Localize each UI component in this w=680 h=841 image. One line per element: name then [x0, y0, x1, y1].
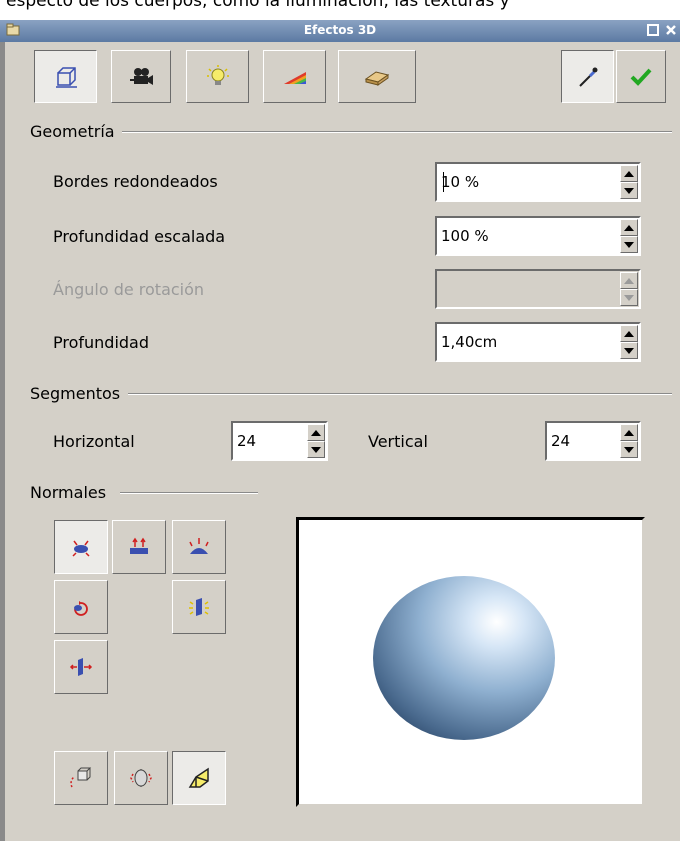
normals-object-specific-button[interactable]	[54, 520, 108, 574]
tab-geometry[interactable]	[34, 50, 97, 103]
tab-illumination[interactable]	[186, 50, 249, 103]
vertical-segments-spinner[interactable]	[620, 424, 638, 458]
rotation-angle-spinner	[620, 272, 638, 306]
eyedropper-icon	[578, 67, 597, 87]
double-sided-illumination-button[interactable]	[172, 580, 226, 634]
document-text-above: especto de los cuerpos, como la iluminac…	[0, 0, 680, 20]
spin-up-button	[620, 272, 638, 289]
spin-up-button[interactable]	[307, 424, 325, 441]
depth-spinner[interactable]	[620, 325, 638, 359]
segments-divider	[128, 393, 672, 395]
flat-normals-icon	[130, 537, 148, 554]
sphere-preview	[373, 576, 555, 740]
close-icon[interactable]	[664, 23, 678, 37]
geometry-divider	[122, 131, 672, 133]
text-cursor	[443, 172, 444, 192]
spin-up-button[interactable]	[620, 165, 638, 182]
normals-spherical-button[interactable]	[172, 520, 226, 574]
rounded-edges-field[interactable]: 10 %	[435, 162, 641, 202]
tab-material[interactable]	[338, 50, 416, 103]
horizontal-label: Horizontal	[53, 432, 135, 451]
window-title: Efectos 3D	[303, 23, 377, 37]
vertical-segments-field[interactable]: 24	[545, 421, 641, 461]
convert-3d-icon	[70, 767, 92, 788]
spherical-normals-icon	[189, 538, 209, 554]
spin-up-button[interactable]	[620, 219, 638, 236]
depth-field[interactable]: 1,40cm	[435, 322, 641, 362]
double-sided-illumination-icon	[189, 598, 209, 616]
sphere-shape	[373, 576, 555, 740]
convert-to-lathe-button[interactable]	[114, 751, 168, 805]
scaled-depth-value: 100 %	[441, 227, 489, 245]
lathe-object-icon	[130, 769, 152, 787]
double-sided-button[interactable]	[54, 640, 108, 694]
assign-button[interactable]	[561, 50, 614, 103]
geometry-cube-icon	[55, 66, 77, 88]
spin-up-button[interactable]	[620, 325, 638, 342]
apply-button[interactable]	[616, 50, 666, 103]
maximize-icon[interactable]	[646, 23, 660, 37]
scaled-depth-label: Profundidad escalada	[53, 227, 226, 246]
horizontal-segments-spinner[interactable]	[307, 424, 325, 458]
preview-window[interactable]	[296, 517, 645, 807]
invert-normals-icon	[74, 601, 88, 616]
segments-heading: Segmentos	[30, 384, 121, 403]
normals-flat-button[interactable]	[112, 520, 166, 574]
lightbulb-icon	[206, 64, 229, 85]
rotation-angle-label: Ángulo de rotación	[53, 280, 205, 299]
object-normals-icon	[72, 540, 90, 557]
rainbow-texture-icon	[283, 71, 306, 84]
normals-divider	[120, 492, 258, 494]
perspective-icon	[188, 767, 209, 788]
spin-down-button[interactable]	[620, 182, 638, 199]
material-bar-icon	[364, 70, 390, 86]
rounded-edges-spinner[interactable]	[620, 165, 638, 199]
spin-down-button[interactable]	[307, 441, 325, 458]
rotation-angle-field	[435, 269, 641, 309]
convert-to-3d-button[interactable]	[54, 751, 108, 805]
rounded-edges-value: 10 %	[441, 173, 480, 191]
double-sided-icon	[69, 658, 93, 676]
spin-down-button[interactable]	[620, 342, 638, 359]
horizontal-segments-field[interactable]: 24	[231, 421, 328, 461]
window-border	[0, 42, 5, 841]
perspective-button[interactable]	[172, 751, 226, 805]
spin-down-button[interactable]	[620, 441, 638, 458]
horizontal-segments-value: 24	[237, 432, 257, 450]
rounded-edges-label: Bordes redondeados	[53, 172, 218, 191]
depth-label: Profundidad	[53, 333, 150, 352]
vertical-label: Vertical	[368, 432, 428, 451]
normals-heading: Normales	[30, 483, 107, 502]
depth-value: 1,40cm	[441, 333, 498, 351]
camera-icon	[130, 67, 153, 85]
geometry-heading: Geometría	[30, 122, 115, 141]
normals-invert-button[interactable]	[54, 580, 108, 634]
spin-down-button[interactable]	[620, 236, 638, 253]
checkmark-icon	[630, 68, 652, 86]
spin-up-button[interactable]	[620, 424, 638, 441]
spin-down-button	[620, 289, 638, 306]
tab-textures[interactable]	[263, 50, 326, 103]
scaled-depth-field[interactable]: 100 %	[435, 216, 641, 256]
scaled-depth-spinner[interactable]	[620, 219, 638, 253]
tab-shading[interactable]	[111, 50, 171, 103]
vertical-segments-value: 24	[551, 432, 571, 450]
document-text: especto de los cuerpos, como la iluminac…	[6, 0, 510, 11]
window-titlebar[interactable]: Efectos 3D	[0, 20, 680, 42]
